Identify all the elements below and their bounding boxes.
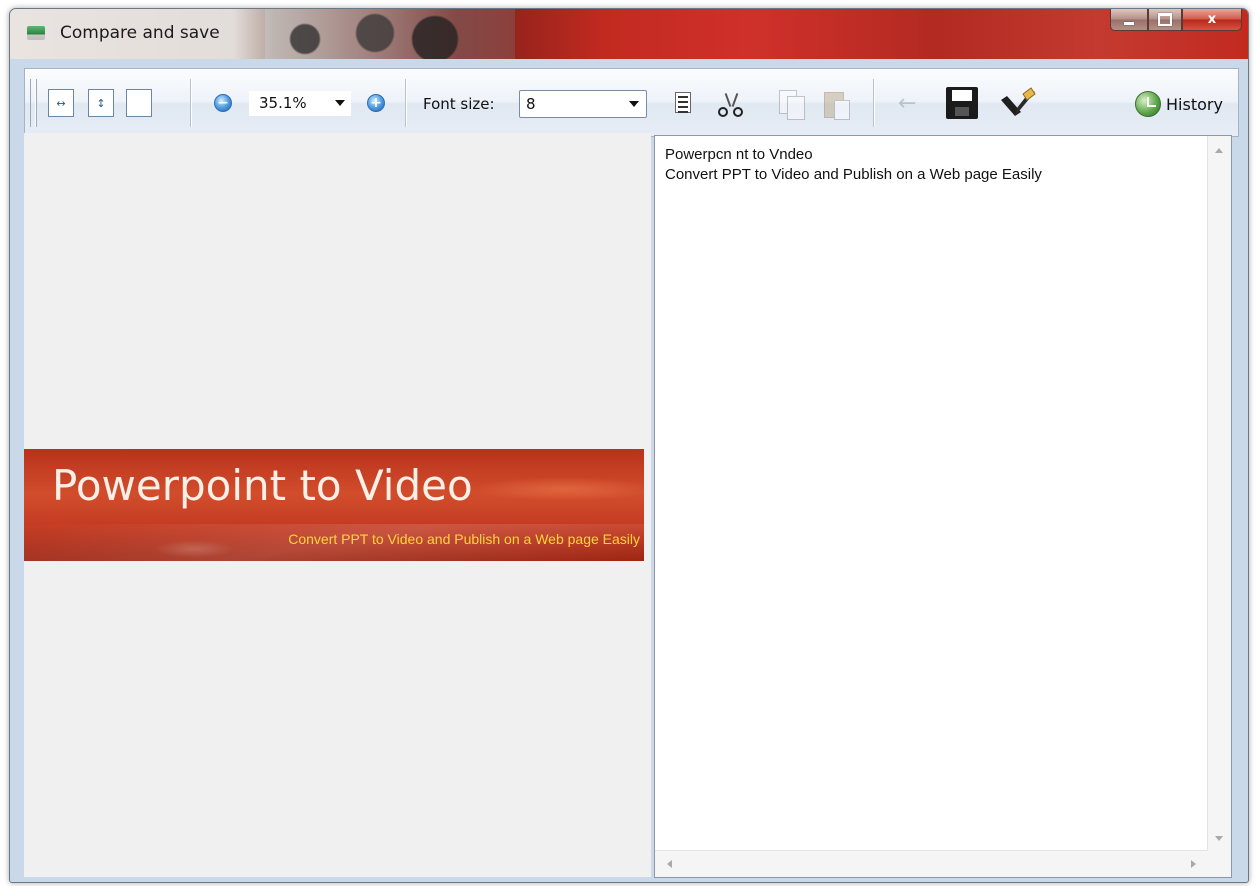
toolbar-separator	[405, 79, 407, 127]
scroll-down-icon[interactable]	[1215, 836, 1223, 841]
scroll-up-icon[interactable]	[1215, 148, 1223, 153]
horizontal-scrollbar[interactable]	[655, 850, 1208, 877]
vertical-scrollbar[interactable]	[1207, 136, 1231, 851]
paste-icon[interactable]	[822, 88, 852, 120]
font-size-select[interactable]: 8	[519, 90, 647, 118]
toolbar-separator	[873, 79, 875, 127]
toolbar-grip-line	[36, 79, 39, 127]
scroll-right-icon[interactable]	[1191, 860, 1196, 868]
title-bar-decoration	[265, 9, 515, 59]
ocr-text-line: Convert PPT to Video and Publish on a We…	[665, 166, 1042, 183]
close-icon: x	[1207, 12, 1217, 27]
copy-icon[interactable]	[777, 88, 807, 120]
app-icon	[27, 26, 45, 40]
toolbar-separator	[190, 79, 192, 127]
find-icon[interactable]	[718, 93, 746, 117]
title-bar[interactable]: Compare and save x	[10, 9, 1248, 59]
fit-height-icon[interactable]: ↕	[88, 89, 114, 117]
compare-and-save-window: Compare and save x ↔ ↕ − 35.1% + Font si…	[9, 8, 1249, 883]
size-grip[interactable]	[1208, 851, 1231, 877]
document-icon[interactable]	[675, 92, 691, 113]
zoom-dropdown[interactable]: 35.1%	[249, 91, 351, 116]
font-size-value: 8	[526, 95, 536, 113]
fit-page-icon[interactable]	[126, 89, 152, 117]
minimize-button[interactable]	[1110, 9, 1148, 31]
ocr-text[interactable]: Powerpcn nt to Vndeo Convert PPT to Vide…	[665, 145, 1042, 185]
image-preview-pane[interactable]: Powerpoint to Video Convert PPT to Video…	[24, 133, 651, 877]
fit-width-icon[interactable]: ↔	[48, 89, 74, 117]
clean-icon[interactable]	[997, 86, 1039, 122]
ocr-text-pane[interactable]: Powerpcn nt to Vndeo Convert PPT to Vide…	[654, 135, 1232, 878]
zoom-in-icon[interactable]: +	[367, 94, 385, 112]
minimize-icon	[1124, 21, 1134, 25]
save-icon[interactable]	[946, 87, 978, 119]
chevron-down-icon	[335, 100, 345, 106]
ocr-text-line: Powerpcn nt to Vndeo	[665, 146, 813, 163]
window-title: Compare and save	[60, 23, 220, 43]
close-button[interactable]: x	[1182, 9, 1242, 31]
zoom-out-icon[interactable]: −	[214, 94, 232, 112]
history-label: History	[1166, 94, 1223, 114]
toolbar: ↔ ↕ − 35.1% + Font size: 8 ← History	[24, 68, 1239, 137]
caption-buttons: x	[1110, 9, 1242, 31]
preview-image-subtitle: Convert PPT to Video and Publish on a We…	[288, 531, 640, 547]
history-button[interactable]: History	[1135, 89, 1223, 119]
scroll-left-icon[interactable]	[667, 860, 672, 868]
undo-icon[interactable]: ←	[898, 93, 924, 115]
history-icon	[1135, 91, 1161, 117]
maximize-icon	[1158, 13, 1172, 26]
zoom-value: 35.1%	[259, 94, 307, 112]
maximize-button[interactable]	[1148, 9, 1182, 31]
font-size-label: Font size:	[423, 95, 495, 113]
preview-image-title: Powerpoint to Video	[52, 461, 473, 510]
preview-image: Powerpoint to Video Convert PPT to Video…	[24, 449, 644, 561]
chevron-down-icon	[629, 101, 639, 107]
